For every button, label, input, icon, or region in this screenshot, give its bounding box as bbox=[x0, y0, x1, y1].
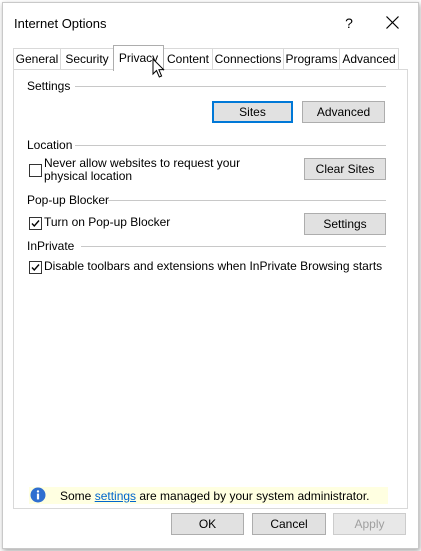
info-icon bbox=[30, 487, 46, 503]
mouse-pointer-icon bbox=[152, 58, 165, 78]
location-divider bbox=[75, 145, 386, 146]
managed-settings-text: Some settings are managed by your system… bbox=[60, 489, 369, 503]
tab-content[interactable]: Content bbox=[163, 48, 213, 70]
disable-toolbars-label: Disable toolbars and extensions when InP… bbox=[44, 259, 383, 273]
tab-programs[interactable]: Programs bbox=[283, 48, 340, 70]
tab-advanced[interactable]: Advanced bbox=[339, 48, 399, 70]
tab-general[interactable]: General bbox=[13, 48, 61, 70]
cancel-button[interactable]: Cancel bbox=[252, 513, 326, 535]
tab-connections[interactable]: Connections bbox=[212, 48, 284, 70]
location-heading: Location bbox=[27, 138, 73, 152]
settings-divider bbox=[75, 86, 386, 87]
ok-button[interactable]: OK bbox=[171, 513, 244, 535]
managed-settings-suffix: are managed by your system administrator… bbox=[136, 489, 370, 503]
tab-security[interactable]: Security bbox=[60, 48, 114, 70]
settings-heading: Settings bbox=[27, 79, 71, 93]
privacy-tab-panel bbox=[13, 69, 408, 509]
managed-settings-notice: Some settings are managed by your system… bbox=[29, 487, 388, 504]
help-button[interactable]: ? bbox=[337, 11, 361, 35]
popup-blocker-label: Turn on Pop-up Blocker bbox=[44, 215, 171, 229]
inprivate-divider bbox=[81, 246, 386, 247]
window-title: Internet Options bbox=[14, 16, 107, 31]
apply-button[interactable]: Apply bbox=[333, 513, 406, 535]
popup-blocker-divider bbox=[108, 200, 386, 201]
popup-blocker-heading: Pop-up Blocker bbox=[27, 193, 110, 207]
settings-link[interactable]: settings bbox=[95, 489, 136, 503]
popup-settings-button[interactable]: Settings bbox=[304, 213, 386, 235]
checkmark-icon bbox=[31, 264, 40, 272]
clear-sites-button[interactable]: Clear Sites bbox=[304, 158, 386, 180]
inprivate-heading: InPrivate bbox=[27, 239, 75, 253]
advanced-button[interactable]: Advanced bbox=[302, 101, 385, 123]
sites-button[interactable]: Sites bbox=[212, 101, 293, 123]
internet-options-dialog: Internet Options ? General Security Priv… bbox=[2, 2, 419, 549]
never-allow-location-label-line2: physical location bbox=[44, 169, 133, 183]
close-icon bbox=[385, 16, 399, 29]
close-button[interactable] bbox=[380, 11, 404, 35]
managed-settings-prefix: Some bbox=[60, 489, 95, 503]
never-allow-location-checkbox[interactable] bbox=[29, 164, 42, 177]
title-bar: Internet Options ? bbox=[3, 3, 418, 41]
disable-toolbars-checkbox[interactable] bbox=[29, 261, 42, 274]
popup-blocker-checkbox[interactable] bbox=[29, 217, 42, 230]
checkmark-icon bbox=[31, 220, 40, 228]
